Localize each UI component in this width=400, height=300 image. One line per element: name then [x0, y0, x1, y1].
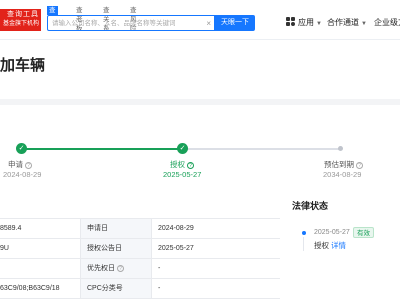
- nav-enterprise[interactable]: 企业级方: [374, 17, 400, 29]
- table-label: 优先权日?: [80, 259, 152, 278]
- timeline-label-apply: 申请?: [8, 160, 32, 170]
- search-button[interactable]: 天眼一下: [215, 15, 255, 31]
- tab-company[interactable]: 查公司: [47, 6, 58, 32]
- table-row: 8589.4 申请日 2024-08-29: [0, 219, 280, 239]
- help-icon[interactable]: ?: [187, 162, 194, 169]
- table-cell: 2024-08-29: [158, 225, 194, 232]
- top-header: 查询工具 基金旗下机构 查公司 查老板 查关系 查风险 × 天眼一下 应用▼ 合…: [0, 0, 400, 40]
- timeline-date-expiry: 2034-08-29: [323, 170, 362, 179]
- nav-apps-label: 应用: [298, 18, 314, 27]
- nav-cooperation-label: 合作通道: [327, 18, 359, 27]
- chevron-down-icon: ▼: [316, 21, 322, 27]
- logo-line1: 查询工具: [7, 11, 39, 18]
- clear-icon[interactable]: ×: [206, 19, 211, 28]
- search-input[interactable]: [52, 18, 202, 29]
- tab-risk[interactable]: 查风险: [128, 6, 139, 32]
- legal-detail-link[interactable]: 详情: [331, 240, 346, 251]
- timeline-date-grant: 2025-05-27: [163, 170, 202, 179]
- tab-boss[interactable]: 查老板: [74, 6, 85, 32]
- table-row: 63C9/08;B63C9/18 CPC分类号 -: [0, 279, 280, 299]
- tab-relation[interactable]: 查关系: [101, 6, 112, 32]
- table-row: 优先权日? -: [0, 259, 280, 279]
- patent-info-table: 8589.4 申请日 2024-08-29 9U 授权公告日 2025-05-2…: [0, 218, 280, 299]
- legal-status-date: 2025-05-27: [314, 229, 350, 236]
- nav-cooperation[interactable]: 合作通道 ▼: [327, 17, 367, 29]
- help-icon[interactable]: ?: [25, 162, 32, 169]
- chevron-down-icon: ▼: [361, 21, 367, 27]
- nav-enterprise-label: 企业级方: [374, 18, 400, 27]
- help-icon[interactable]: ?: [117, 265, 124, 272]
- timeline-progress-todo: [182, 148, 340, 150]
- table-label: 申请日: [80, 219, 152, 238]
- page-title: 加车辆: [0, 57, 46, 74]
- table-cell: -: [158, 285, 161, 292]
- table-cell: 8589.4: [0, 225, 22, 232]
- legal-status-dot: [302, 231, 306, 235]
- table-cell: 9U: [0, 245, 9, 252]
- check-icon: ✓: [177, 143, 188, 154]
- logo-line2: 基金旗下机构: [2, 21, 39, 27]
- section-divider: [0, 99, 400, 105]
- legal-status-title: 法律状态: [292, 201, 329, 211]
- table-row: 9U 授权公告日 2025-05-27: [0, 239, 280, 259]
- table-cell: 2025-05-27: [158, 245, 194, 252]
- timeline-dot: [338, 146, 343, 151]
- table-cell: 63C9/08;B63C9/18: [0, 285, 60, 292]
- timeline-label-grant: 授权?: [170, 160, 194, 170]
- status-badge: 有效: [353, 227, 374, 238]
- table-cell: -: [158, 265, 161, 272]
- table-label: CPC分类号: [80, 279, 152, 298]
- timeline-progress-done: [22, 148, 182, 150]
- legal-status-text: 授权: [314, 241, 329, 250]
- timeline-date-apply: 2024-08-29: [3, 170, 42, 179]
- legal-status-line: [303, 237, 304, 251]
- check-icon: ✓: [16, 143, 27, 154]
- timeline-label-expiry: 预估到期?: [324, 160, 363, 170]
- site-logo[interactable]: 查询工具 基金旗下机构: [0, 9, 41, 31]
- search-box: ×: [47, 15, 215, 31]
- nav-apps[interactable]: 应用 ▼: [286, 17, 322, 29]
- table-cell: [0, 259, 80, 278]
- apps-grid-icon: [286, 17, 295, 26]
- table-label: 授权公告日: [80, 239, 152, 258]
- help-icon[interactable]: ?: [356, 162, 363, 169]
